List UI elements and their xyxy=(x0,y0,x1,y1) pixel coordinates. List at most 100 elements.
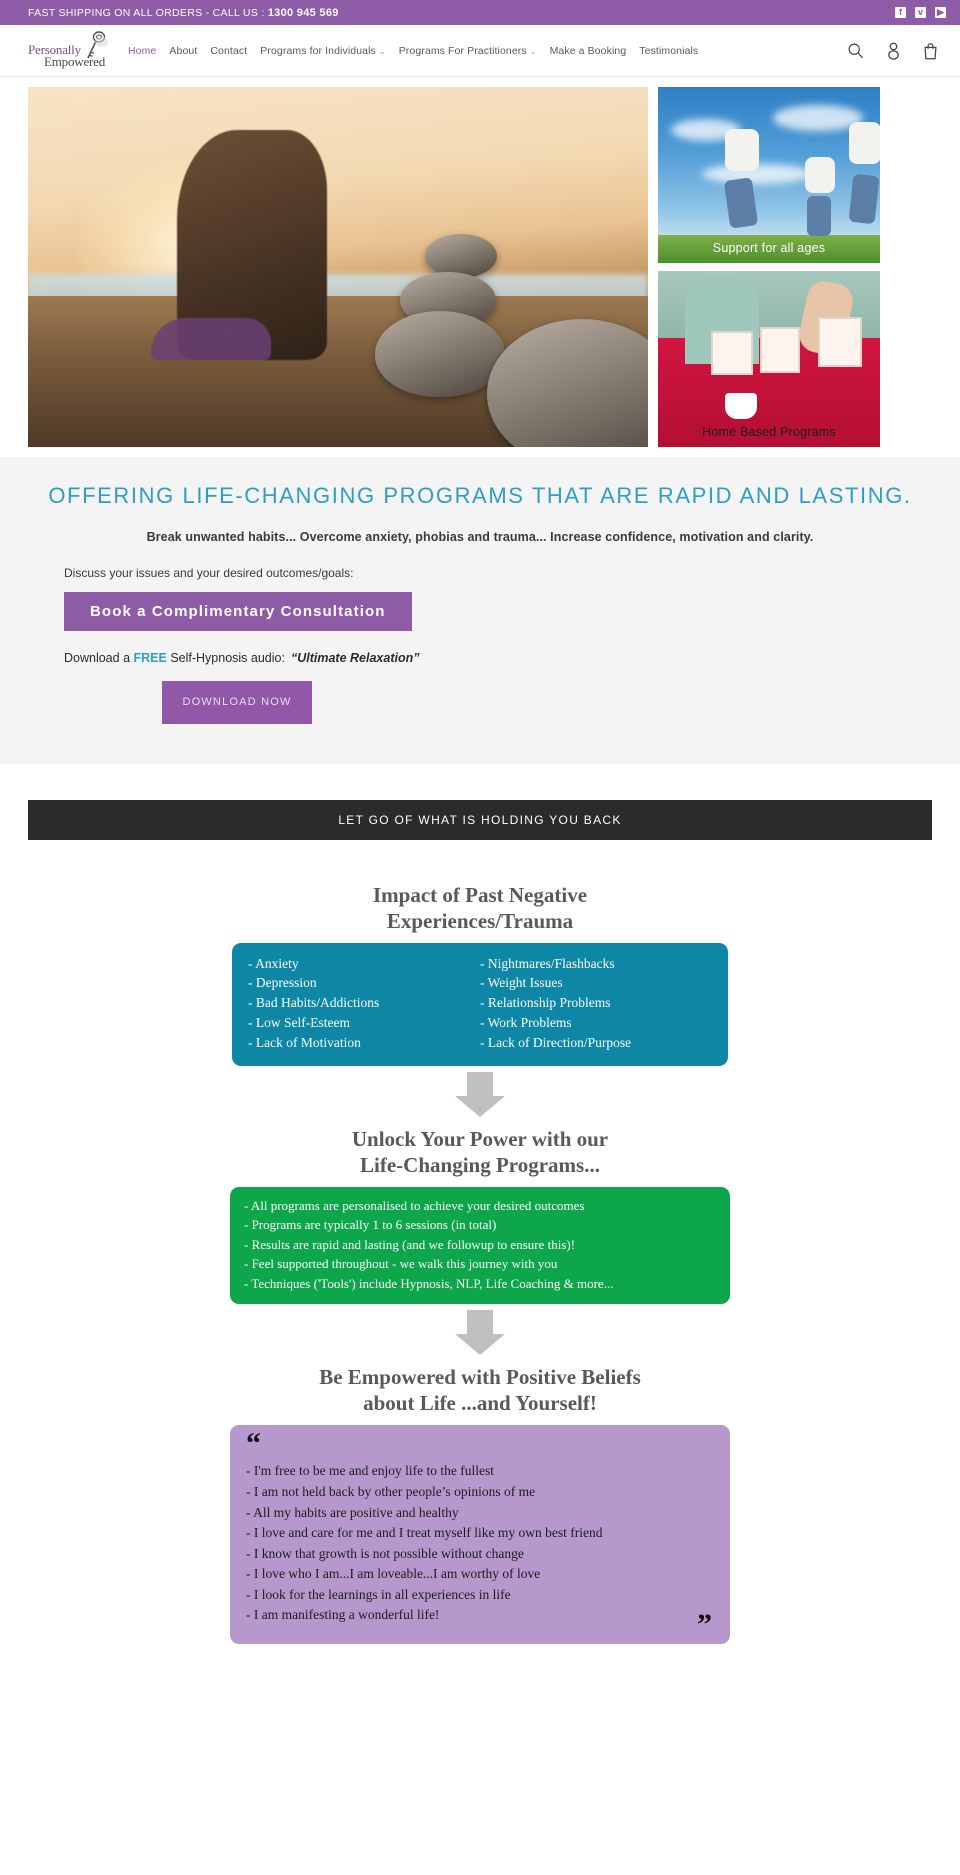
book-consultation-button[interactable]: Book a Complimentary Consultation xyxy=(64,592,412,632)
nav-item-make-a-booking[interactable]: Make a Booking xyxy=(550,45,627,57)
announcement-phone[interactable]: 1300 945 569 xyxy=(268,7,339,19)
list-item: - Depression xyxy=(248,975,317,991)
search-icon[interactable] xyxy=(847,42,864,59)
nav-label: Contact xyxy=(210,44,248,57)
announcement-bar: FAST SHIPPING ON ALL ORDERS - CALL US : … xyxy=(0,0,960,25)
list-item: - I know that growth is not possible wit… xyxy=(246,1545,524,1561)
kitchen-scene xyxy=(658,271,880,447)
hero-side-tiles: Support for all ages Home Based Programs xyxy=(658,87,880,447)
meditating-figure xyxy=(150,130,327,361)
download-mid: Self-Hypnosis audio: xyxy=(166,651,285,666)
flow-step-2-items: - All programs are personalised to achie… xyxy=(244,1196,716,1294)
nav-label: Testimonials xyxy=(639,44,699,57)
list-item: - I am not held back by other people’s o… xyxy=(246,1484,536,1499)
free-highlight: FREE xyxy=(133,651,167,666)
hero-tile-caption: Home Based Programs xyxy=(702,425,836,439)
stone-top xyxy=(424,233,497,278)
flow-step-2-title-line1: Unlock Your Power with our xyxy=(351,1126,609,1151)
flow-step-3-title-line1: Be Empowered with Positive Beliefs xyxy=(319,1365,641,1390)
flow-step-3-box: “ - I'm free to be me and enjoy life to … xyxy=(230,1425,730,1644)
flow-step-3-items: - I'm free to be me and enjoy life to th… xyxy=(246,1461,714,1625)
youtube-icon[interactable]: ▶ xyxy=(935,7,946,18)
audio-title: “Ultimate Relaxation” xyxy=(290,651,420,666)
jeans-child xyxy=(806,196,831,237)
flow-arrow-1 xyxy=(453,1071,507,1118)
list-item: - Work Problems xyxy=(480,1015,572,1031)
list-item: - Relationship Problems xyxy=(480,995,611,1011)
social-links: f ᴠ ▶ xyxy=(895,0,946,25)
account-icon[interactable] xyxy=(886,42,901,60)
banner-text: LET GO OF WHAT IS HOLDING YOU BACK xyxy=(338,812,622,827)
let-go-banner: LET GO OF WHAT IS HOLDING YOU BACK xyxy=(28,799,932,840)
download-now-button[interactable]: DOWNLOAD NOW xyxy=(162,681,312,724)
list-item: - Weight Issues xyxy=(480,975,563,991)
offering-subheading: Break unwanted habits... Overcome anxiet… xyxy=(146,530,814,545)
list-item: - Feel supported throughout - we walk th… xyxy=(244,1256,558,1272)
download-button-row: DOWNLOAD NOW xyxy=(28,665,932,724)
banner-wrapper: LET GO OF WHAT IS HOLDING YOU BACK xyxy=(0,763,960,840)
site-logo[interactable]: Personally Empowered xyxy=(28,29,120,73)
book-button-row: Book a Complimentary Consultation xyxy=(28,580,932,632)
hero-tile-support-for-all-ages[interactable]: Support for all ages xyxy=(658,87,880,263)
list-item: - Bad Habits/Addictions xyxy=(248,995,380,1011)
stone-lower-mid xyxy=(375,310,506,397)
list-item: - Nightmares/Flashbacks xyxy=(480,955,615,971)
list-item: - I'm free to be me and enjoy life to th… xyxy=(246,1463,494,1479)
key-icon xyxy=(87,30,108,58)
list-item: - Techniques ('Tools') include Hypnosis,… xyxy=(244,1275,614,1291)
flow-step-1-title-line1: Impact of Past Negative xyxy=(372,882,588,907)
hero-tile-caption: Support for all ages xyxy=(712,241,826,255)
offering-discuss-text: Discuss your issues and your desired out… xyxy=(64,566,354,581)
coffee-cup xyxy=(724,392,757,419)
chevron-down-icon: ⌄ xyxy=(378,46,386,56)
list-item: - All programs are personalised to achie… xyxy=(244,1197,585,1213)
hero-section: Support for all ages Home Based Programs xyxy=(0,77,960,457)
nav-item-about[interactable]: About xyxy=(169,45,197,57)
nav-label: About xyxy=(169,44,198,57)
workbook-left xyxy=(711,330,754,375)
nav-item-contact[interactable]: Contact xyxy=(210,45,247,57)
offering-section: OFFERING LIFE-CHANGING PROGRAMS THAT ARE… xyxy=(0,457,960,764)
list-item: - All my habits are positive and healthy xyxy=(246,1504,459,1520)
flow-step-1-box: - Anxiety - Depression - Bad Habits/Addi… xyxy=(232,942,728,1066)
nav-label: Programs For Practitioners xyxy=(398,44,527,57)
chevron-down-icon: ⌄ xyxy=(529,46,537,56)
download-audio-line: Download a FREE Self-Hypnosis audio: “Ult… xyxy=(28,651,932,665)
list-item: - I look for the learnings in all experi… xyxy=(246,1586,511,1602)
cart-icon[interactable] xyxy=(923,42,938,60)
flow-step-1-title-line2: Experiences/Trauma xyxy=(386,908,574,933)
list-item: - I love who I am...I am loveable...I am… xyxy=(246,1566,541,1582)
site-header: Personally Empowered Home About Contact … xyxy=(0,25,960,77)
nav-label: Home xyxy=(128,44,157,57)
flow-step-3-title-line2: about Life ...and Yourself! xyxy=(363,1391,597,1416)
quote-open-icon: “ xyxy=(246,1427,261,1461)
hero-main-image[interactable] xyxy=(28,87,648,447)
flow-step-2-title-line2: Life-Changing Programs... xyxy=(360,1152,600,1177)
person-second-adult xyxy=(848,122,880,165)
flow-step-1-column-right: - Nightmares/Flashbacks - Weight Issues … xyxy=(480,954,712,1053)
flow-step-1-column-left: - Anxiety - Depression - Bad Habits/Addi… xyxy=(248,954,480,1053)
nav-label: Make a Booking xyxy=(549,44,627,57)
quote-close-icon: ” xyxy=(697,1607,712,1641)
flow-step-2-title: Unlock Your Power with our Life-Changing… xyxy=(0,1126,960,1178)
nav-item-testimonials[interactable]: Testimonials xyxy=(639,45,698,57)
main-navigation: Home About Contact Programs for Individu… xyxy=(128,45,847,57)
hero-tile-home-based-programs[interactable]: Home Based Programs xyxy=(658,271,880,447)
list-item: - I love and care for me and I treat mys… xyxy=(246,1525,603,1541)
announcement-text: FAST SHIPPING ON ALL ORDERS - CALL US : … xyxy=(28,7,339,19)
facebook-icon[interactable]: f xyxy=(895,7,906,18)
nav-item-programs-for-individuals[interactable]: Programs for Individuals ⌄ xyxy=(260,45,385,57)
workbook-right xyxy=(817,316,862,367)
nav-item-home[interactable]: Home xyxy=(128,45,156,57)
person-child xyxy=(804,157,835,194)
list-item: - Anxiety xyxy=(248,955,299,971)
person-adult xyxy=(724,129,759,172)
list-item: - Programs are typically 1 to 6 sessions… xyxy=(244,1217,497,1233)
list-item: - I am manifesting a wonderful life! xyxy=(246,1607,440,1623)
flow-step-3-title: Be Empowered with Positive Beliefs about… xyxy=(0,1364,960,1416)
flow-diagram: Impact of Past Negative Experiences/Trau… xyxy=(0,839,960,1674)
header-actions xyxy=(847,42,938,60)
nav-item-programs-for-practitioners[interactable]: Programs For Practitioners ⌄ xyxy=(399,45,537,57)
workbook-mid xyxy=(760,327,801,374)
twitter-icon[interactable]: ᴠ xyxy=(915,7,926,18)
